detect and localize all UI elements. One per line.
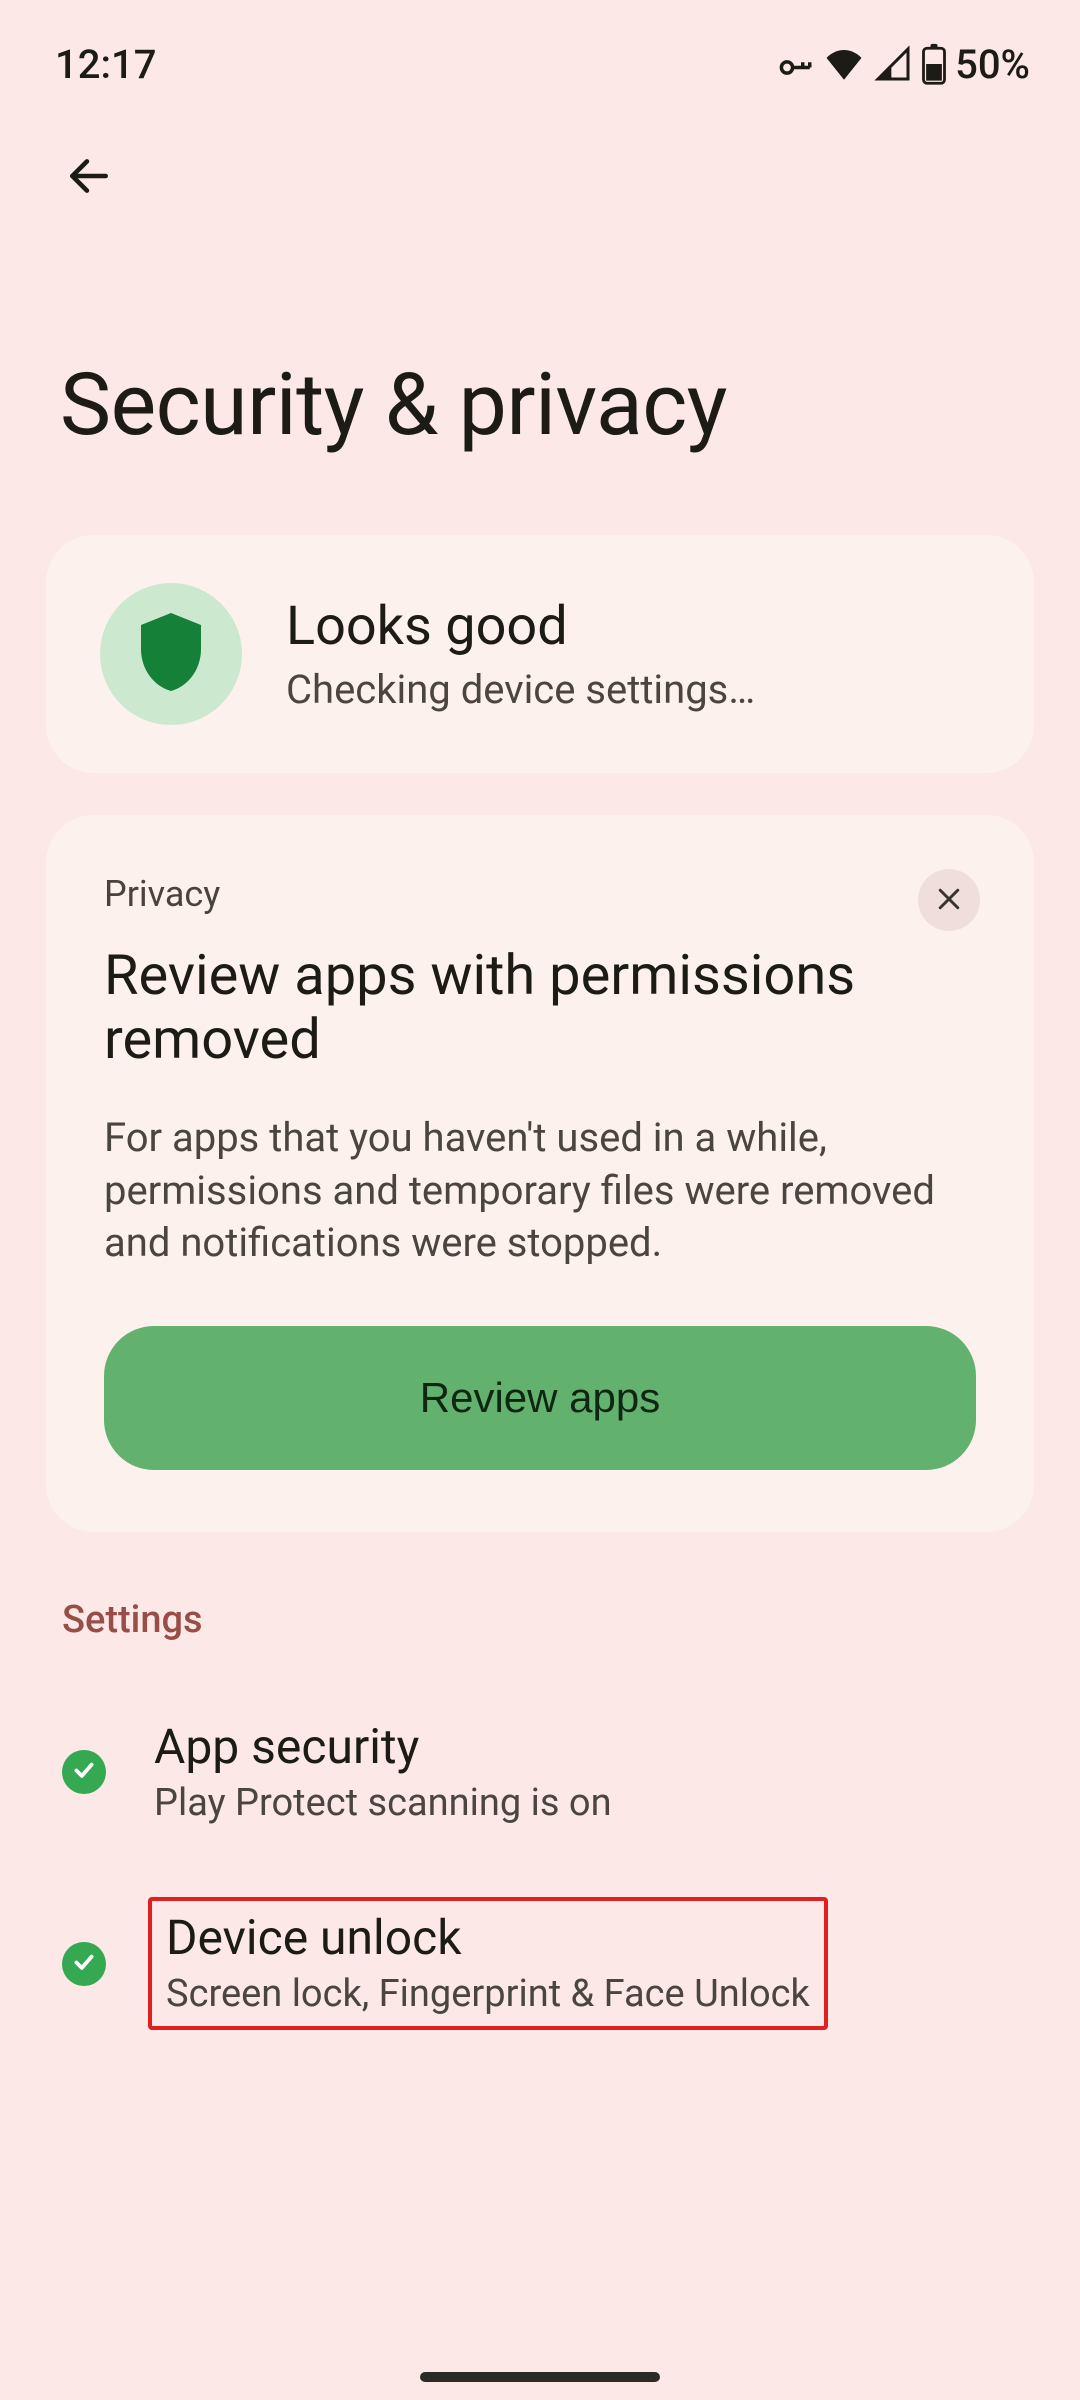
close-icon (934, 884, 964, 917)
page-title: Security & privacy (0, 214, 1080, 535)
status-icon-circle (100, 583, 242, 725)
setting-app-security[interactable]: App security Play Protect scanning is on (0, 1680, 1080, 1863)
navigation-handle[interactable] (420, 2372, 660, 2382)
setting-title: Device unlock (166, 1909, 810, 1966)
check-icon (71, 1949, 97, 1979)
setting-subtitle: Play Protect scanning is on (154, 1781, 612, 1825)
status-time: 12:17 (55, 41, 156, 88)
arrow-left-icon (64, 151, 114, 204)
dismiss-card-button[interactable] (918, 869, 980, 931)
cell-signal-icon (873, 44, 913, 84)
status-icons: 50% (773, 41, 1030, 88)
status-subtitle: Checking device settings… (286, 666, 755, 713)
status-bar: 12:17 50% (0, 0, 1080, 100)
privacy-card-title: Review apps with permissions removed (104, 943, 976, 1072)
wifi-icon (823, 43, 865, 85)
security-status-card[interactable]: Looks good Checking device settings… (46, 535, 1034, 773)
privacy-card-description: For apps that you haven't used in a whil… (104, 1112, 976, 1270)
privacy-review-card: Privacy Review apps with permissions rem… (46, 815, 1034, 1532)
setting-title: App security (154, 1718, 612, 1775)
battery-percent: 50% (955, 41, 1030, 88)
shield-icon (135, 610, 207, 698)
setting-device-unlock[interactable]: Device unlock Screen lock, Fingerprint &… (0, 1863, 1080, 2050)
highlight-box: Device unlock Screen lock, Fingerprint &… (148, 1897, 828, 2030)
privacy-tag: Privacy (104, 873, 976, 915)
setting-subtitle: Screen lock, Fingerprint & Face Unlock (166, 1972, 810, 2016)
settings-section-header: Settings (0, 1574, 1080, 1680)
check-badge (62, 1750, 106, 1794)
review-apps-button[interactable]: Review apps (104, 1326, 976, 1470)
battery-icon (921, 43, 947, 85)
status-title: Looks good (286, 595, 755, 658)
check-badge (62, 1942, 106, 1986)
vpn-key-icon (773, 43, 815, 85)
back-button[interactable] (52, 140, 126, 214)
check-icon (71, 1757, 97, 1787)
